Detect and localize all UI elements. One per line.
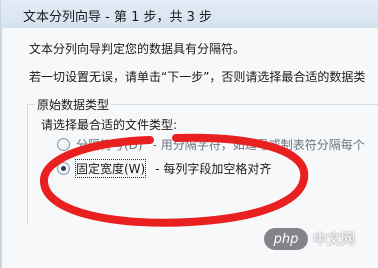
fixed-width-option[interactable]: 固定宽度(W) - 每列字段加空格对齐 [57, 158, 272, 178]
fixed-width-label[interactable]: 固定宽度(W) [74, 158, 147, 178]
title-bar: 文本分列向导 - 第 1 步，共 3 步 [1, 0, 378, 29]
php-watermark: php 中文网 [264, 228, 355, 250]
watermark-text: 中文网 [313, 232, 355, 248]
delimited-radio[interactable] [57, 137, 70, 151]
window-title: 文本分列向导 - 第 1 步，共 3 步 [23, 10, 213, 25]
php-logo: php [264, 228, 308, 250]
intro-line-2: 若一切设置无误，请单击“下一步”，否则请选择最合适的数据类 [29, 70, 366, 84]
delimited-option[interactable]: 分隔符号(D) - 用分隔字符，如逗号或制表符分隔每个 [57, 135, 365, 153]
delimited-label[interactable]: 分隔符号(D) [76, 136, 143, 153]
fixed-width-radio[interactable] [57, 161, 70, 175]
intro-line-1: 文本分列向导判定您的数据具有分隔符。 [29, 42, 246, 56]
group-legend: 原始数据类型 [35, 96, 112, 113]
delimited-description: - 用分隔字符，如逗号或制表符分隔每个 [152, 137, 365, 152]
file-type-prompt: 请选择最合适的文件类型: [41, 118, 178, 132]
fixed-width-description: - 每列字段加空格对齐 [155, 161, 272, 176]
